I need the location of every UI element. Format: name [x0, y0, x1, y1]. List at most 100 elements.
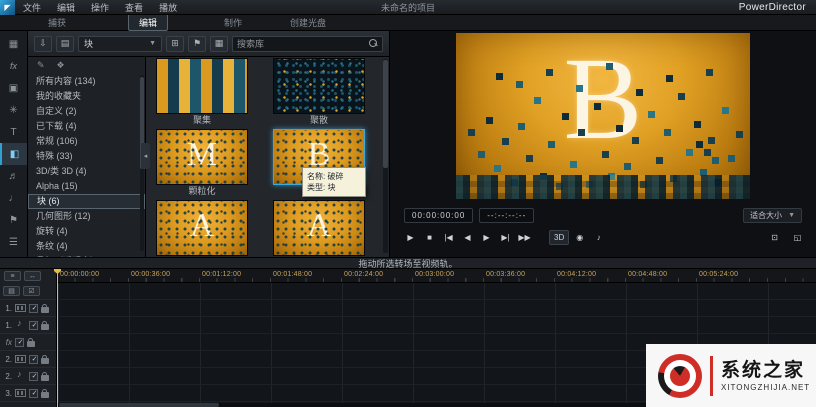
track-number: 3.	[3, 389, 12, 398]
fast-forward-button[interactable]: ▶▶	[516, 230, 533, 245]
track-lock-icon[interactable]	[27, 341, 35, 347]
category-list: ✎ ❖ 所有内容 (134) 我的收藏夹 自定义 (2) 已下载 (4) 常规 …	[28, 57, 146, 257]
previous-button[interactable]: |◀	[440, 230, 457, 245]
track-enable-checkbox[interactable]	[29, 304, 38, 313]
transition-room-button[interactable]: ◧	[0, 143, 27, 165]
transition-item-gather[interactable]	[156, 58, 248, 114]
chapter-room-icon: ⚑	[9, 215, 18, 226]
import-media-button[interactable]: ⇩	[34, 36, 52, 52]
step-back-button[interactable]: ◀	[459, 230, 476, 245]
subtitle-room-button[interactable]: ☰	[0, 231, 27, 253]
range-select-button[interactable]: ↔	[24, 271, 41, 281]
duration-timecode: --:--:--:--	[479, 208, 534, 223]
category-overlay[interactable]: 叠加（透明度）	[28, 254, 145, 257]
tab-capture[interactable]: 捕获	[38, 15, 76, 30]
category-rotate[interactable]: 旋转 (4)	[28, 224, 145, 239]
track-lock-icon[interactable]	[41, 358, 49, 364]
xitongzhijia-logo-icon	[658, 354, 702, 398]
3d-mode-button[interactable]: 3D	[549, 230, 569, 245]
category-downloaded[interactable]: 已下载 (4)	[28, 119, 145, 134]
menu-operation[interactable]: 操作	[83, 1, 117, 14]
track-manager-button[interactable]: ≡	[4, 271, 21, 281]
library-panel: ⇩ ▤ 块 ▼ ⊞ ⚑ ▦ ✎ ❖	[28, 31, 390, 257]
stop-button[interactable]: ■	[421, 230, 438, 245]
library-body: ✎ ❖ 所有内容 (134) 我的收藏夹 自定义 (2) 已下载 (4) 常规 …	[28, 57, 389, 257]
fit-size-dropdown[interactable]: 适合大小 ▼	[743, 208, 802, 223]
manage-tags-icon[interactable]: ❖	[57, 60, 65, 72]
next-button[interactable]: ▶|	[497, 230, 514, 245]
media-room-button[interactable]: ▦	[0, 33, 27, 55]
category-stripe[interactable]: 条纹 (4)	[28, 239, 145, 254]
category-special[interactable]: 特殊 (33)	[28, 149, 145, 164]
step-forward-icon: ▶	[483, 233, 489, 242]
audio-mixing-room-button[interactable]: ♬	[0, 165, 27, 187]
detach-preview-button[interactable]: ⊡	[766, 230, 783, 245]
master-enable-toggle[interactable]: ☑	[23, 286, 40, 296]
step-forward-button[interactable]: ▶	[478, 230, 495, 245]
track-enable-checkbox[interactable]	[29, 372, 38, 381]
transition-item-scatter[interactable]	[273, 58, 365, 114]
timeline-ruler[interactable]: ≡ ↔ 00:00:00:00 00:00:36:00 00:01:12:00 …	[0, 269, 816, 283]
speaker-icon: ♪	[597, 233, 601, 242]
fullscreen-button[interactable]: ◱	[789, 230, 806, 245]
tab-edit[interactable]: 编辑	[128, 14, 168, 31]
snapshot-button[interactable]: ◉	[571, 230, 588, 245]
category-geometric[interactable]: 几何图形 (12)	[28, 209, 145, 224]
menu-play[interactable]: 播放	[151, 1, 185, 14]
track-enable-checkbox[interactable]	[29, 321, 38, 330]
play-button[interactable]: ▶	[402, 230, 419, 245]
ruler-timestamp: 00:01:12:00	[202, 271, 241, 278]
new-folder-button[interactable]: ⊞	[166, 36, 184, 52]
track-enable-checkbox[interactable]	[15, 338, 24, 347]
pixel-noise-band	[456, 175, 750, 199]
tab-produce[interactable]: 制作	[214, 15, 252, 30]
category-alpha[interactable]: Alpha (15)	[28, 179, 145, 194]
category-custom[interactable]: 自定义 (2)	[28, 104, 145, 119]
transition-item[interactable]: A	[156, 200, 248, 256]
menu-view[interactable]: 查看	[117, 1, 151, 14]
track-lock-icon[interactable]	[41, 307, 49, 313]
particle-room-icon: ✳	[9, 105, 17, 116]
track-enable-checkbox[interactable]	[29, 389, 38, 398]
ruler-timestamp: 00:02:24:00	[344, 271, 383, 278]
search-input[interactable]	[237, 39, 369, 49]
audio-track-icon	[15, 372, 26, 380]
category-block[interactable]: 块 (6)	[28, 194, 145, 209]
tooltip-type: 类型: 块	[307, 182, 361, 193]
particle-room-button[interactable]: ✳	[0, 99, 27, 121]
master-video-toggle[interactable]: ▤	[3, 286, 20, 296]
title-room-button[interactable]: T	[0, 121, 27, 143]
tag-button[interactable]: ⚑	[188, 36, 206, 52]
menu-edit[interactable]: 编辑	[49, 1, 83, 14]
overlay-room-button[interactable]: ▣	[0, 77, 27, 99]
view-mode-button[interactable]: ▦	[210, 36, 228, 52]
voice-over-room-button[interactable]: ♩	[0, 187, 27, 209]
transition-item[interactable]: A	[273, 200, 365, 256]
chapter-room-button[interactable]: ⚑	[0, 209, 27, 231]
transport-controls: ▶ ■ |◀ ◀ ▶ ▶| ▶▶ 3D ◉ ♪ ⊡ ◱	[402, 228, 806, 246]
import-folder-button[interactable]: ▤	[56, 36, 74, 52]
track-lock-icon[interactable]	[41, 324, 49, 330]
grid-scrollbar[interactable]	[383, 59, 388, 253]
watermark-title: 系统之家	[721, 359, 810, 383]
volume-button[interactable]: ♪	[590, 230, 607, 245]
playhead-line[interactable]	[57, 269, 58, 407]
category-general[interactable]: 常规 (106)	[28, 134, 145, 149]
transition-item-granulate[interactable]: M	[156, 129, 248, 185]
category-all-content[interactable]: 所有内容 (134)	[28, 74, 145, 89]
menu-file[interactable]: 文件	[15, 1, 49, 14]
tab-create-disc[interactable]: 创建光盘	[280, 15, 336, 30]
transition-filter-dropdown[interactable]: 块 ▼	[78, 36, 162, 52]
watermark-divider	[710, 356, 713, 396]
track-lock-icon[interactable]	[41, 375, 49, 381]
status-message: 拖动所选转场至视频轨。	[358, 257, 457, 270]
play-icon: ▶	[407, 233, 413, 242]
track-lock-icon[interactable]	[41, 392, 49, 398]
collapse-panel-handle[interactable]: ◂	[141, 143, 150, 169]
edit-tags-icon[interactable]: ✎	[37, 60, 45, 72]
category-favorites[interactable]: 我的收藏夹	[28, 89, 145, 104]
audio-mixing-room-icon: ♬	[9, 171, 19, 182]
effect-room-button[interactable]: fx	[0, 55, 27, 77]
track-enable-checkbox[interactable]	[29, 355, 38, 364]
category-3d[interactable]: 3D/类 3D (4)	[28, 164, 145, 179]
